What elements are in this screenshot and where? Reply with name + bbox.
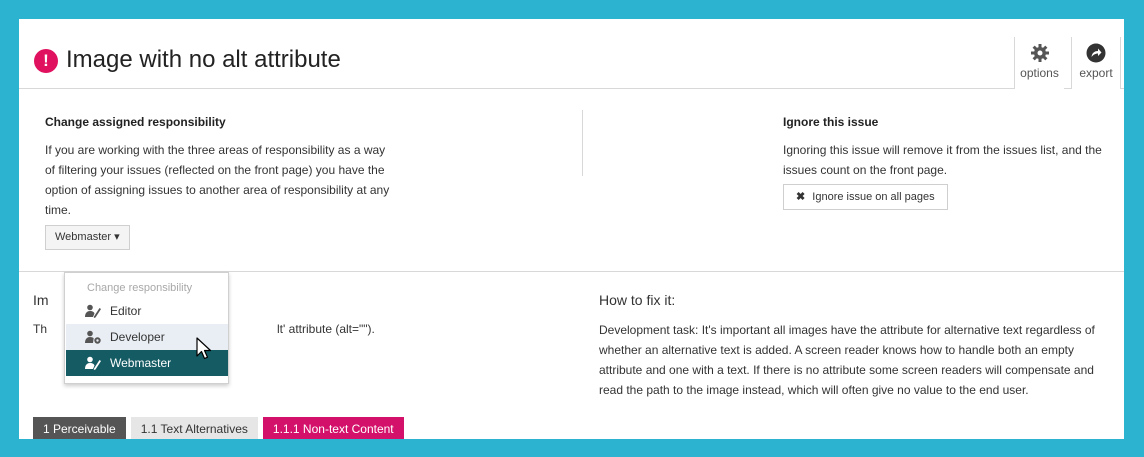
export-share-icon <box>1086 43 1106 63</box>
responsibility-dropdown-button[interactable]: Webmaster ▾ <box>45 225 130 250</box>
dropdown-item-label: Editor <box>110 304 142 318</box>
page-title: Image with no alt attribute <box>66 46 341 73</box>
ignore-description: Ignoring this issue will remove it from … <box>783 143 1102 177</box>
impact-text-start: Th <box>33 322 48 336</box>
breadcrumb-criterion[interactable]: 1.1.1 Non-text Content <box>262 417 404 439</box>
dropdown-item-label: Webmaster <box>110 356 172 370</box>
ignore-button-label: Ignore issue on all pages <box>812 191 935 203</box>
close-icon: ✖ <box>796 191 806 203</box>
fix-heading: How to fix it: <box>599 292 676 308</box>
export-button[interactable]: export <box>1071 37 1121 89</box>
user-gear-icon <box>85 330 101 344</box>
dropdown-header: Change responsibility <box>87 282 193 294</box>
responsibility-dropdown-menu: Change responsibility Editor Developer W… <box>64 272 229 384</box>
alert-icon: ! <box>34 49 58 73</box>
options-button[interactable]: options <box>1014 37 1064 89</box>
responsibility-heading: Change assigned responsibility <box>45 115 226 129</box>
column-divider <box>582 110 583 176</box>
ignore-issue-button[interactable]: ✖ Ignore issue on all pages <box>783 184 948 210</box>
responsibility-column: Change assigned responsibility If you ar… <box>45 115 395 220</box>
responsibility-current-value: Webmaster <box>55 231 112 243</box>
fix-text: Development task: It's important all ima… <box>599 323 1095 397</box>
breadcrumb-principle[interactable]: 1 Perceivable <box>33 417 126 439</box>
dropdown-item-label: Developer <box>110 330 165 344</box>
impact-text-end: lt' attribute (alt=""). <box>277 322 375 336</box>
ignore-heading: Ignore this issue <box>783 115 879 129</box>
gear-icon <box>1030 44 1049 62</box>
responsibility-description: If you are working with the three areas … <box>45 143 390 217</box>
user-pen-icon <box>85 304 101 318</box>
options-label: options <box>1020 66 1059 80</box>
breadcrumb: 1 Perceivable 1.1 Text Alternatives 1.1.… <box>33 417 409 439</box>
breadcrumb-guideline[interactable]: 1.1 Text Alternatives <box>130 417 258 439</box>
ignore-column: Ignore this issue Ignoring this issue wi… <box>783 115 1123 180</box>
issue-header: ! Image with no alt attribute options ex… <box>19 19 1124 89</box>
responsibility-section: Change assigned responsibility If you ar… <box>19 90 1124 272</box>
mouse-cursor-icon <box>196 337 212 360</box>
dropdown-item-editor[interactable]: Editor <box>66 298 228 324</box>
caret-down-icon: ▾ <box>114 231 120 243</box>
user-pen-icon <box>85 356 101 370</box>
issue-panel: ! Image with no alt attribute options ex… <box>19 19 1124 439</box>
impact-heading: Im <box>33 292 49 308</box>
export-label: export <box>1079 66 1113 80</box>
